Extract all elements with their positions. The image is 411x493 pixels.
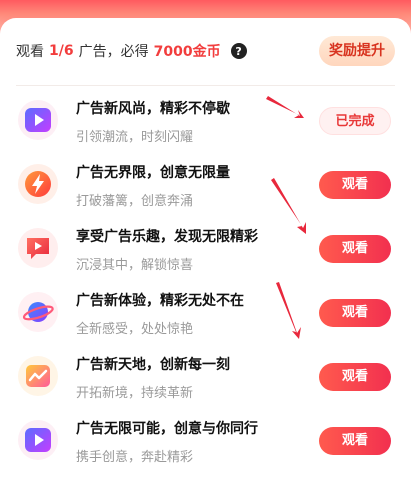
task-title: 广告无限可能，创意与你同行 bbox=[76, 421, 258, 437]
divider bbox=[16, 85, 395, 86]
progress-text: 观看 1/6 广告，必得 7000金币 ? bbox=[16, 41, 247, 61]
task-item: 广告无界限，创意无限量 打破藩篱，创意奔涌 观看 bbox=[0, 152, 411, 216]
task-subtitle: 全新感受，处处惊艳 bbox=[76, 322, 194, 337]
play-icon bbox=[18, 420, 58, 460]
lightning-icon bbox=[18, 164, 58, 204]
task-item: 享受广告乐趣，发现无限精彩 沉浸其中，解锁惊喜 观看 bbox=[0, 216, 411, 280]
completed-button[interactable]: 已完成 bbox=[319, 107, 391, 135]
task-subtitle: 沉浸其中，解锁惊喜 bbox=[76, 258, 194, 273]
coin-reward: 7000金币 bbox=[153, 44, 221, 60]
task-item: 广告无限可能，创意与你同行 携手创意，奔赴精彩 观看 bbox=[0, 408, 411, 472]
task-subtitle: 打破藩篱，创意奔涌 bbox=[76, 194, 194, 209]
task-card: 观看 1/6 广告，必得 7000金币 ? 奖励提升 广告新风尚，精彩不停歇 引… bbox=[0, 18, 411, 493]
task-title: 广告新风尚，精彩不停歇 bbox=[76, 101, 230, 117]
reward-boost-button[interactable]: 奖励提升 bbox=[319, 36, 395, 66]
task-item: 广告新体验，精彩无处不在 全新感受，处处惊艳 观看 bbox=[0, 280, 411, 344]
chart-icon bbox=[18, 356, 58, 396]
watch-label: 观看 bbox=[16, 44, 44, 60]
watch-button[interactable]: 观看 bbox=[319, 299, 391, 327]
task-subtitle: 携手创意，奔赴精彩 bbox=[76, 450, 194, 465]
task-subtitle: 引领潮流，时刻闪耀 bbox=[76, 130, 194, 145]
watch-button[interactable]: 观看 bbox=[319, 171, 391, 199]
task-title: 广告新天地，创新每一刻 bbox=[76, 357, 230, 373]
progress-count: 1/6 bbox=[49, 43, 74, 59]
task-subtitle: 开拓新境，持续革新 bbox=[76, 386, 194, 401]
task-item: 广告新风尚，精彩不停歇 引领潮流，时刻闪耀 已完成 bbox=[0, 88, 411, 152]
planet-icon bbox=[18, 292, 58, 332]
task-title: 广告无界限，创意无限量 bbox=[76, 165, 230, 181]
play-icon bbox=[18, 100, 58, 140]
task-title: 广告新体验，精彩无处不在 bbox=[76, 293, 244, 309]
task-header: 观看 1/6 广告，必得 7000金币 ? 奖励提升 bbox=[16, 34, 395, 68]
task-title: 享受广告乐趣，发现无限精彩 bbox=[76, 229, 258, 245]
task-item: 广告新天地，创新每一刻 开拓新境，持续革新 观看 bbox=[0, 344, 411, 408]
help-icon[interactable]: ? bbox=[230, 43, 247, 59]
watch-button[interactable]: 观看 bbox=[319, 363, 391, 391]
reward-prefix: 广告，必得 bbox=[78, 44, 149, 60]
chat-play-icon bbox=[18, 228, 58, 268]
watch-button[interactable]: 观看 bbox=[319, 427, 391, 455]
watch-button[interactable]: 观看 bbox=[319, 235, 391, 263]
